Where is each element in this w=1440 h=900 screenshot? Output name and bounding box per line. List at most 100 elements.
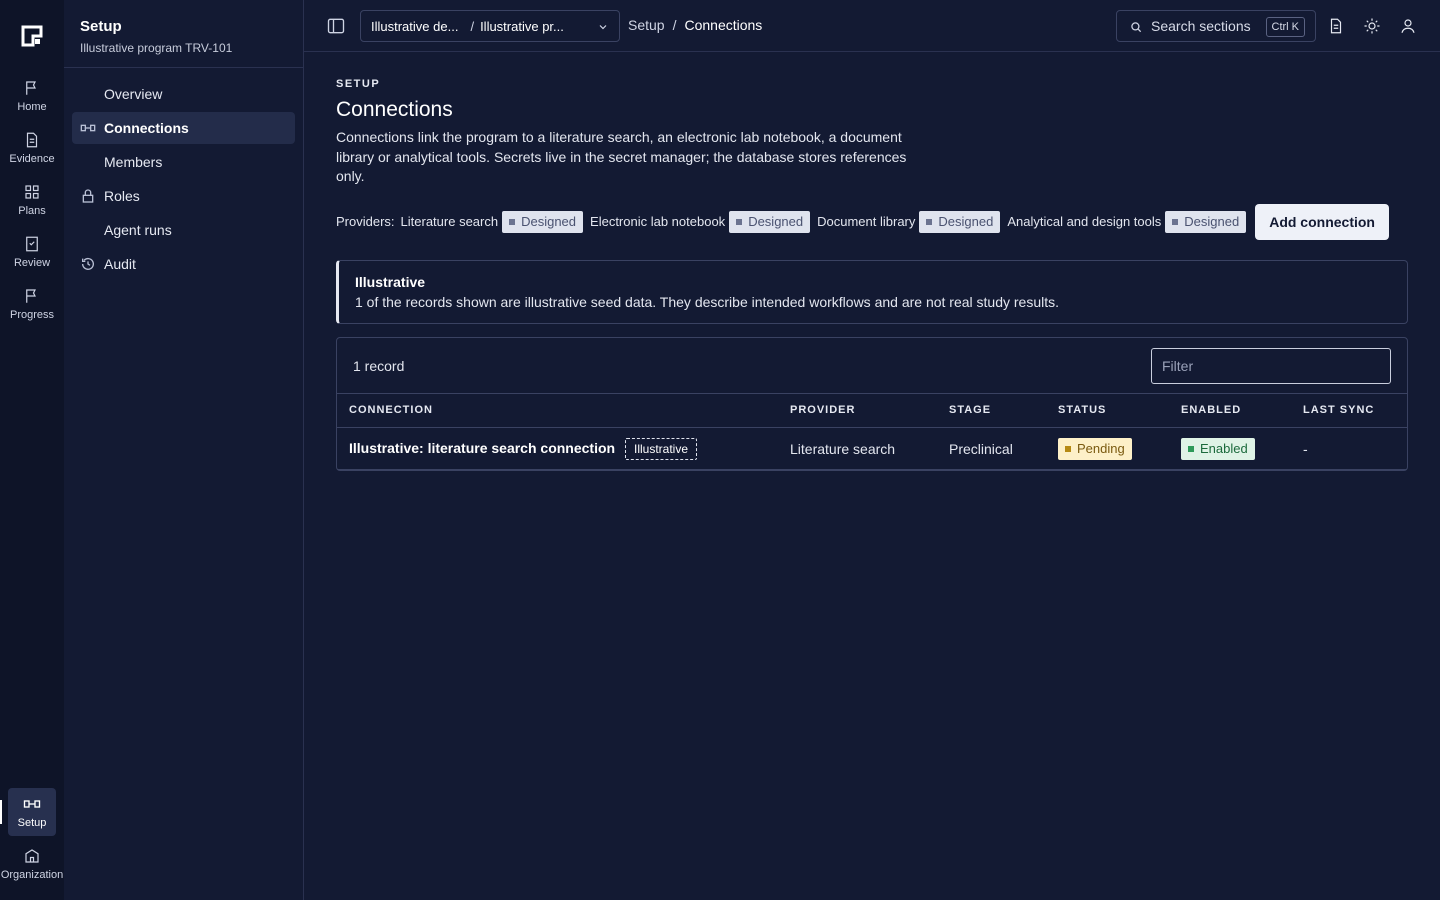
sidebar-item-label: Roles	[104, 188, 140, 204]
table-header-row: CONNECTION PROVIDER STAGE STATUS ENABLED…	[337, 393, 1407, 428]
sidebar-item-overview[interactable]: Overview	[72, 78, 295, 110]
building-icon	[25, 849, 39, 863]
sidebar-item-roles[interactable]: Roles	[72, 180, 295, 212]
status-square-icon	[1188, 445, 1194, 452]
badge-label: Enabled	[1200, 441, 1248, 456]
status-square-icon	[1172, 218, 1179, 225]
provider-name: Literature search	[400, 214, 499, 229]
column-header-connection[interactable]: CONNECTION	[337, 393, 778, 428]
rail-item-plans[interactable]: Plans	[8, 176, 56, 224]
status-square-icon	[509, 218, 516, 225]
column-header-status[interactable]: STATUS	[1046, 393, 1169, 428]
connection-name[interactable]: Illustrative: literature search connecti…	[349, 440, 615, 456]
rail-item-evidence[interactable]: Evidence	[8, 124, 56, 172]
breadcrumb-current: Connections	[684, 17, 763, 33]
filter-input[interactable]	[1151, 347, 1391, 384]
flag-icon	[26, 289, 36, 303]
theme-toggle-sun-icon[interactable]	[1363, 17, 1381, 35]
breadcrumb: Setup / Connections	[628, 17, 762, 33]
sidebar-item-members[interactable]: Members	[72, 146, 295, 178]
sidebar-item-agent-runs[interactable]: Agent runs	[72, 214, 295, 246]
badge-label: Designed	[1184, 214, 1240, 229]
enabled-badge: Enabled	[1181, 437, 1255, 460]
sidebar-item-label: Agent runs	[104, 222, 172, 238]
context-switcher[interactable]: Illustrative de... / Illustrative pr...	[360, 10, 620, 42]
provider-status-badge: Designed	[502, 210, 584, 233]
status-square-icon	[736, 218, 743, 225]
connections-table: CONNECTION PROVIDER STAGE STATUS ENABLED…	[337, 393, 1407, 470]
column-header-enabled[interactable]: ENABLED	[1169, 393, 1291, 428]
document-icon	[26, 132, 38, 148]
connection-icon	[80, 124, 96, 132]
provider-status-badge: Designed	[729, 210, 811, 233]
search-icon	[1131, 22, 1142, 33]
illustrative-tag: Illustrative	[624, 437, 698, 460]
user-account-icon[interactable]	[1399, 17, 1417, 35]
status-badge: Pending	[1058, 437, 1132, 460]
sidebar-header: Setup Illustrative program TRV-101	[64, 0, 303, 68]
chevron-down-icon	[599, 25, 607, 30]
sidebar-item-label: Members	[104, 154, 163, 170]
notice-body: 1 of the records shown are illustrative …	[355, 293, 1060, 310]
provider-status-badge: Designed	[919, 210, 1001, 233]
rail-item-label: Setup	[17, 817, 47, 829]
column-header-stage[interactable]: STAGE	[937, 393, 1046, 428]
rail-item-organization[interactable]: Organization	[1, 840, 63, 888]
breadcrumb-setup[interactable]: Setup	[628, 17, 665, 33]
history-icon	[82, 257, 94, 270]
status-square-icon	[926, 218, 933, 225]
search-sections-button[interactable]: Search sections Ctrl K	[1116, 10, 1316, 42]
provider-cell: Literature search	[778, 427, 937, 470]
active-indicator	[0, 800, 2, 824]
document-icon[interactable]	[1327, 17, 1345, 35]
record-count: 1 record	[353, 357, 405, 374]
checklist-icon	[26, 236, 38, 252]
table-row[interactable]: Illustrative: literature search connecti…	[337, 427, 1407, 470]
column-header-last-sync[interactable]: LAST SYNC	[1291, 393, 1407, 428]
add-connection-button[interactable]: Add connection	[1255, 203, 1389, 240]
sidebar-toggle-icon[interactable]	[326, 16, 346, 36]
badge-label: Pending	[1077, 441, 1125, 456]
status-cell: Pending	[1046, 427, 1169, 470]
sidebar-title: Setup	[80, 18, 122, 35]
table-toolbar: 1 record	[337, 338, 1407, 394]
badge-label: Designed	[938, 214, 994, 229]
rail-item-label: Progress	[9, 309, 55, 321]
rail-item-setup[interactable]: Setup	[8, 788, 56, 836]
sidebar-item-audit[interactable]: Audit	[72, 248, 295, 280]
rail-item-label: Review	[13, 257, 51, 269]
flag-icon	[26, 81, 36, 95]
illustrative-notice: Illustrative 1 of the records shown are …	[336, 259, 1408, 324]
badge-label: Designed	[521, 214, 577, 229]
grid-icon	[25, 185, 39, 199]
rail-item-label: Organization	[0, 869, 64, 881]
sidebar-item-label: Overview	[104, 86, 163, 102]
lock-icon	[82, 189, 94, 203]
rail-item-label: Home	[17, 101, 47, 113]
page-title: Connections	[336, 98, 453, 121]
setup-sidebar: Setup Illustrative program TRV-101 Overv…	[64, 0, 304, 900]
column-header-provider[interactable]: PROVIDER	[778, 393, 937, 428]
app-logo-icon[interactable]	[20, 24, 44, 48]
stage-cell: Preclinical	[937, 427, 1046, 470]
sidebar-item-label: Audit	[104, 256, 136, 272]
connection-cell: Illustrative: literature search connecti…	[337, 427, 778, 470]
main-content: SETUP Connections Connections link the p…	[336, 52, 1408, 471]
rail-item-review[interactable]: Review	[8, 228, 56, 276]
section-eyebrow: SETUP	[336, 78, 381, 90]
badge-label: Designed	[748, 214, 804, 229]
rail-item-progress[interactable]: Progress	[8, 280, 56, 328]
rail-item-home[interactable]: Home	[8, 72, 56, 120]
sidebar-item-connections[interactable]: Connections	[72, 112, 295, 144]
providers-label: Providers:	[336, 214, 395, 229]
provider-name: Analytical and design tools	[1007, 214, 1162, 229]
context-program: Illustrative pr...	[480, 18, 564, 34]
page-description: Connections link the program to a litera…	[336, 129, 907, 184]
provider-status-badge: Designed	[1165, 210, 1247, 233]
last-sync-cell: -	[1291, 427, 1407, 470]
rail-item-label: Plans	[18, 205, 46, 217]
provider-name: Electronic lab notebook	[590, 214, 726, 229]
shortcut-hint: Ctrl K	[1265, 17, 1305, 37]
context-org: Illustrative de...	[371, 18, 459, 34]
context-separator: /	[470, 18, 475, 34]
